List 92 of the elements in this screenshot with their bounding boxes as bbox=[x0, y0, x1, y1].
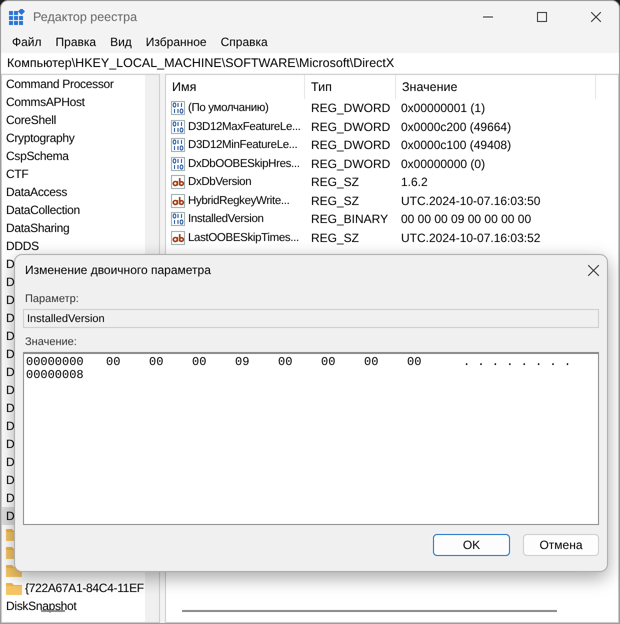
menu-item[interactable]: Файл bbox=[5, 35, 49, 49]
hex-byte: 00 bbox=[192, 354, 206, 368]
tree-item[interactable]: D bbox=[2, 489, 14, 507]
hex-byte: 00 bbox=[278, 354, 292, 368]
tree-item[interactable]: D bbox=[2, 255, 14, 273]
hex-editor[interactable]: 00000000 00 00 00 09 00 00 00 00 . . . . . . . . 00000008 bbox=[23, 352, 599, 525]
tree-item[interactable]: Cryptography bbox=[2, 129, 74, 147]
tree-item[interactable]: D bbox=[2, 453, 14, 471]
menu-item[interactable]: Избранное bbox=[138, 35, 214, 49]
tree-item[interactable]: CspSchema bbox=[2, 147, 69, 165]
tree-item[interactable]: D bbox=[2, 417, 14, 435]
hex-byte: 09 bbox=[235, 354, 250, 368]
cancel-button[interactable]: Отмена bbox=[523, 534, 599, 556]
binary-value-icon bbox=[171, 138, 185, 152]
value-data: UTC.2024-10-07.16:03:50 bbox=[400, 194, 540, 208]
value-name[interactable]: InstalledVersion bbox=[188, 213, 264, 226]
tree-item[interactable]: D bbox=[2, 309, 14, 327]
tree-item[interactable]: CoreShell bbox=[2, 111, 56, 129]
tree-item[interactable]: DataCollection bbox=[2, 201, 80, 219]
tree-item[interactable]: DataSharing bbox=[2, 219, 70, 237]
value-data: UTC.2024-10-07.16:03:52 bbox=[400, 230, 540, 245]
tree-item[interactable]: Command Processor bbox=[2, 75, 114, 93]
tree-item[interactable]: CommsAPHost bbox=[2, 93, 85, 111]
tree-item[interactable]: {722A67A1-84C4-11EF bbox=[2, 579, 144, 597]
tree-item[interactable]: CTF bbox=[2, 165, 28, 183]
value-type: REG_DWORD bbox=[310, 138, 392, 152]
column-header[interactable]: Имя bbox=[166, 75, 305, 99]
tree-item[interactable]: D bbox=[2, 327, 14, 345]
value-name[interactable]: HybridRegkeyWrite... bbox=[188, 194, 290, 207]
string-value-icon bbox=[171, 194, 185, 208]
value-type: REG_SZ bbox=[310, 175, 360, 190]
value-name[interactable]: DxDbVersion bbox=[188, 176, 252, 188]
value-type: REG_DWORD bbox=[310, 156, 392, 171]
binary-value-icon bbox=[171, 212, 185, 226]
address-bar[interactable]: Компьютер\HKEY_LOCAL_MACHINE\SOFTWARE\Microsoft\DirectX bbox=[1, 53, 619, 73]
tree-item[interactable]: D bbox=[2, 291, 14, 309]
close-icon[interactable] bbox=[588, 264, 599, 276]
value-data: 0x0000c200 (49664) bbox=[400, 120, 512, 134]
value-name[interactable]: D3D12MinFeatureLe... bbox=[188, 139, 298, 152]
hex-byte: 00 bbox=[407, 354, 422, 368]
ok-button[interactable]: OK bbox=[433, 534, 510, 556]
ascii-text: . . . . . . . . bbox=[463, 354, 572, 368]
folder-icon bbox=[6, 582, 22, 594]
value-type: REG_SZ bbox=[310, 194, 360, 208]
close-icon[interactable] bbox=[591, 12, 601, 22]
hex-byte: 00 bbox=[364, 354, 378, 368]
column-header[interactable]: Значение bbox=[396, 75, 596, 99]
menu-item[interactable]: Правка bbox=[48, 35, 104, 49]
tree-item[interactable]: D bbox=[2, 471, 14, 489]
tree-item[interactable]: DDDS bbox=[2, 237, 39, 255]
hex-address: 00000000 bbox=[26, 354, 85, 368]
string-value-icon bbox=[171, 175, 185, 190]
hex-byte: 00 bbox=[321, 354, 336, 368]
tree-item[interactable]: D bbox=[2, 273, 14, 291]
tree-item[interactable]: D bbox=[2, 399, 14, 417]
value-data: 00 00 00 09 00 00 00 00 bbox=[400, 212, 532, 226]
hex-address: 00000008 bbox=[26, 368, 85, 382]
tree-item[interactable]: DiskSnapshot bbox=[2, 597, 76, 615]
value-type: REG_BINARY bbox=[310, 212, 390, 226]
tree-item[interactable]: D bbox=[2, 507, 14, 525]
binary-value-icon bbox=[171, 101, 185, 116]
field-label: Значение: bbox=[24, 336, 78, 348]
value-name-field[interactable]: InstalledVersion bbox=[23, 309, 599, 328]
binary-value-icon bbox=[171, 120, 185, 134]
string-value-icon bbox=[171, 230, 185, 245]
value-name[interactable]: (По умолчанию) bbox=[188, 102, 269, 114]
maximize-icon[interactable] bbox=[537, 12, 547, 22]
menu-item[interactable]: Вид bbox=[103, 35, 139, 49]
tree-item[interactable]: D bbox=[2, 381, 14, 399]
value-name[interactable]: D3D12MaxFeatureLe... bbox=[188, 120, 301, 133]
column-header[interactable]: Тип bbox=[305, 75, 396, 99]
tree-item[interactable]: D bbox=[2, 435, 14, 453]
window-title: Редактор реестра bbox=[33, 10, 138, 24]
value-type: REG_DWORD bbox=[310, 120, 392, 134]
tree-item[interactable]: D bbox=[2, 345, 14, 363]
tree-item[interactable]: DataAccess bbox=[2, 183, 68, 201]
menu-item[interactable]: Справка bbox=[214, 35, 275, 49]
value-type: REG_DWORD bbox=[310, 101, 392, 116]
tree-item[interactable]: D bbox=[2, 363, 14, 381]
value-type: REG_SZ bbox=[310, 230, 360, 245]
dialog-title: Изменение двоичного параметра bbox=[24, 263, 211, 277]
hex-byte: 00 bbox=[149, 354, 164, 368]
value-name[interactable]: DxDbOOBESkipHres... bbox=[188, 158, 300, 170]
app-icon bbox=[9, 8, 25, 24]
value-data: 0x00000001 (1) bbox=[400, 101, 486, 116]
value-data: 1.6.2 bbox=[400, 175, 428, 190]
field-label: Параметр: bbox=[24, 293, 80, 305]
value-data: 0x00000000 (0) bbox=[400, 156, 486, 171]
value-name[interactable]: LastOOBESkipTimes... bbox=[188, 232, 299, 244]
binary-value-icon bbox=[171, 156, 185, 171]
hex-byte: 00 bbox=[106, 354, 120, 368]
value-data: 0x0000c100 (49408) bbox=[400, 138, 512, 152]
